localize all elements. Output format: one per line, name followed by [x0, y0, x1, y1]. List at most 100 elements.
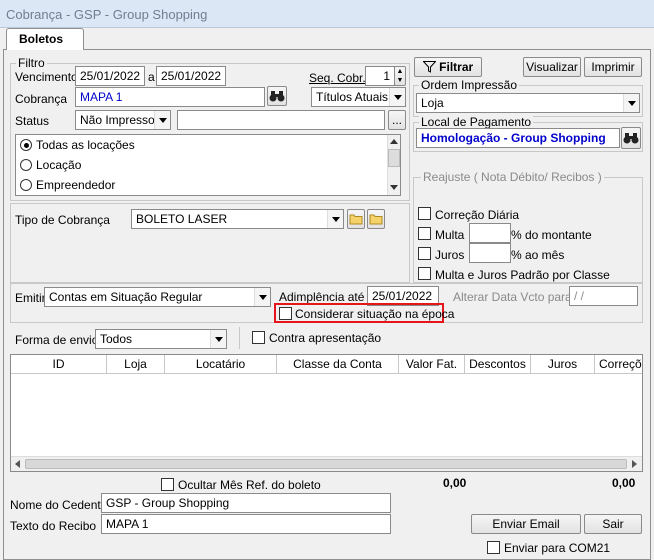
reajuste-legend: Reajuste ( Nota Débito/ Recibos ): [421, 170, 604, 184]
correcao-checkbox[interactable]: [418, 207, 431, 220]
date-from-input[interactable]: 25/01/2022: [75, 66, 145, 86]
folder-icon[interactable]: [347, 209, 365, 229]
status-value: Não Impresso: [80, 113, 155, 127]
col-classe[interactable]: Classe da Conta: [277, 355, 399, 373]
correcao-label: Correção Diária: [435, 208, 520, 222]
chevron-down-icon: [389, 88, 405, 106]
multa-suffix: % do montante: [511, 228, 592, 242]
tab-label: Boletos: [19, 32, 64, 46]
sair-button[interactable]: Sair: [584, 514, 642, 534]
local-legend: Local de Pagamento: [419, 115, 534, 129]
radio-locacao-label: Locação: [36, 158, 82, 172]
scroll-thumb[interactable]: [25, 459, 627, 469]
enviar-email-button[interactable]: Enviar Email: [471, 514, 581, 534]
emitir-label: Emitir: [15, 291, 46, 305]
chevron-down-icon: [327, 210, 343, 228]
envio-label: Forma de envio: [15, 333, 99, 347]
status-extra-input[interactable]: [177, 110, 385, 130]
radio-todas-label: Todas as locações: [36, 138, 135, 152]
binoculars-icon[interactable]: [621, 127, 641, 149]
multa-checkbox[interactable]: [418, 227, 431, 240]
col-correcoes[interactable]: Correções: [595, 355, 642, 373]
cobranca-label: Cobrança: [15, 92, 68, 106]
juros-label: Juros: [435, 248, 465, 262]
contra-checkbox[interactable]: [252, 331, 265, 344]
juros-suffix: % ao mês: [511, 248, 565, 262]
filtrar-button[interactable]: Filtrar: [414, 57, 482, 77]
recibo-label: Texto do Recibo: [10, 519, 97, 533]
tipo-select[interactable]: BOLETO LASER: [131, 209, 344, 229]
multa-label: Multa: [435, 228, 465, 242]
seq-spinner[interactable]: ▲ ▼: [394, 66, 406, 86]
divider: [239, 327, 240, 349]
titulos-value: Títulos Atuais: [316, 90, 389, 104]
vencimento-label: Vencimento: [15, 70, 78, 84]
folder-open-icon[interactable]: [367, 209, 385, 229]
binoculars-icon[interactable]: [267, 86, 287, 106]
total-1: 0,00: [443, 476, 467, 490]
col-valor[interactable]: Valor Fat.: [399, 355, 465, 373]
seq-cobr-label: Seq. Cobr.:: [309, 71, 370, 85]
emitir-value: Contas em Situação Regular: [49, 290, 203, 304]
com21-label: Enviar para COM21: [504, 541, 611, 555]
cedente-input[interactable]: GSP - Group Shopping: [101, 493, 391, 513]
multa-input[interactable]: [469, 223, 511, 243]
date-sep-label: a: [148, 70, 155, 84]
com21-checkbox[interactable]: [487, 541, 500, 554]
ellipsis-button[interactable]: ...: [388, 110, 406, 130]
radio-empreendedor-label: Empreendedor: [36, 178, 116, 192]
alterar-label: Alterar Data Vcto para: [453, 290, 572, 304]
tipo-value: BOLETO LASER: [136, 212, 228, 226]
list-scrollbar[interactable]: [387, 135, 400, 195]
cobranca-input[interactable]: MAPA 1: [75, 87, 265, 107]
imprimir-button[interactable]: Imprimir: [584, 57, 642, 77]
scroll-up-icon: [390, 139, 398, 144]
titulos-select[interactable]: Títulos Atuais: [311, 87, 406, 107]
adimplencia-label: Adimplência até: [279, 290, 365, 304]
emitir-select[interactable]: Contas em Situação Regular: [44, 287, 271, 307]
filtro-legend: Filtro: [16, 56, 47, 70]
cedente-label: Nome do Cedente: [10, 498, 108, 512]
considerar-checkbox[interactable]: [279, 307, 292, 320]
ocultar-label: Ocultar Mês Ref. do boleto: [178, 478, 321, 492]
envio-value: Todos: [100, 332, 133, 346]
alterar-input[interactable]: / /: [569, 286, 638, 306]
envio-select[interactable]: Todos: [95, 329, 227, 349]
horizontal-scrollbar[interactable]: [11, 456, 642, 471]
col-id[interactable]: ID: [11, 355, 107, 373]
scroll-left-icon: [15, 460, 20, 468]
scroll-thumb[interactable]: [388, 149, 400, 167]
juros-input[interactable]: [469, 243, 511, 263]
ocultar-checkbox[interactable]: [161, 478, 174, 491]
ordem-legend: Ordem Impressão: [419, 78, 520, 92]
padrao-label: Multa e Juros Padrão por Classe: [435, 268, 610, 282]
radio-empreendedor[interactable]: [20, 179, 32, 191]
date-to-input[interactable]: 25/01/2022: [156, 66, 226, 86]
recibo-input[interactable]: MAPA 1: [101, 514, 391, 534]
total-2: 0,00: [612, 476, 636, 490]
boletos-table: ID Loja Locatário Classe da Conta Valor …: [10, 354, 643, 472]
visualizar-button[interactable]: Visualizar: [523, 57, 581, 77]
local-input[interactable]: Homologação - Group Shopping: [416, 128, 620, 148]
chevron-down-icon: [623, 94, 639, 112]
col-descontos[interactable]: Descontos: [465, 355, 531, 373]
tab-boletos[interactable]: Boletos: [6, 28, 84, 50]
chevron-down-icon: [154, 111, 170, 129]
ordem-select[interactable]: Loja: [416, 93, 640, 113]
chevron-down-icon: [210, 330, 226, 348]
radio-todas[interactable]: [20, 139, 32, 151]
seq-cobr-input[interactable]: 1: [365, 66, 395, 86]
contra-label: Contra apresentação: [269, 331, 382, 345]
col-locatario[interactable]: Locatário: [165, 355, 277, 373]
status-select[interactable]: Não Impresso: [75, 110, 171, 130]
col-loja[interactable]: Loja: [107, 355, 165, 373]
juros-checkbox[interactable]: [418, 247, 431, 260]
header-divider: [11, 373, 642, 374]
padrao-checkbox[interactable]: [418, 267, 431, 280]
ordem-value: Loja: [421, 96, 444, 110]
col-juros[interactable]: Juros: [531, 355, 595, 373]
considerar-label: Considerar situação na época: [295, 307, 455, 321]
scroll-down-icon: [390, 185, 398, 190]
chevron-down-icon: [254, 288, 270, 306]
radio-locacao[interactable]: [20, 159, 32, 171]
